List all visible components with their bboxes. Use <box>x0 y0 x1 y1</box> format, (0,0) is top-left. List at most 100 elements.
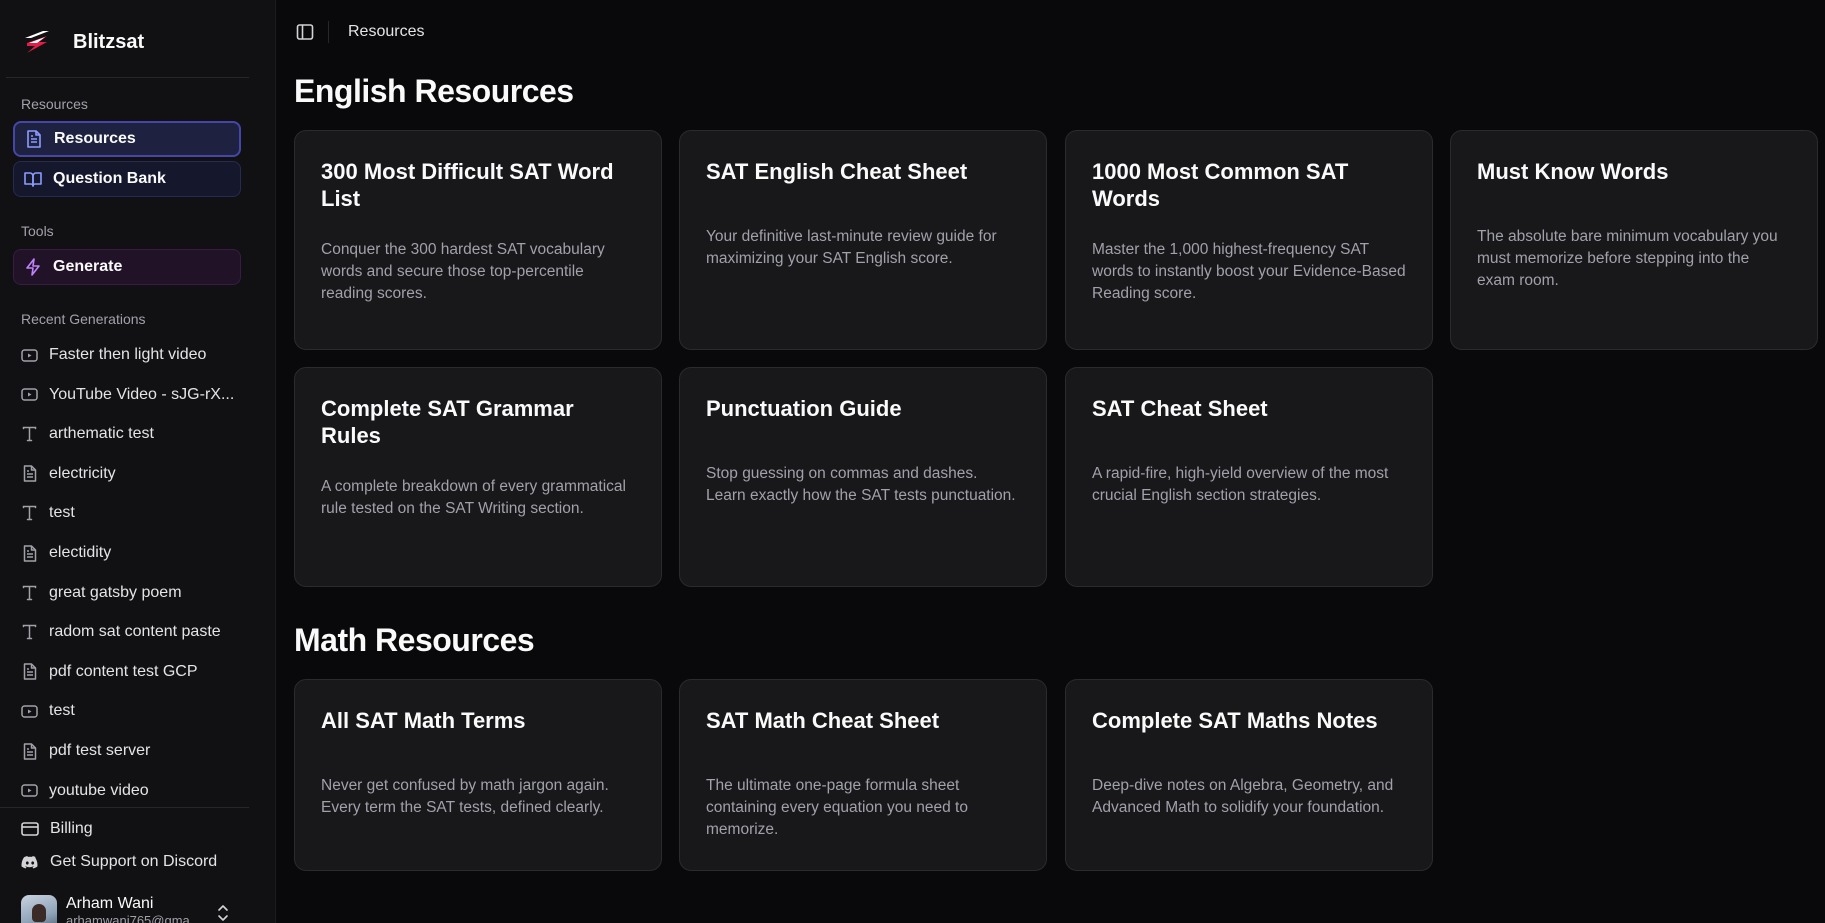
card-title: 1000 Most Common SAT Words <box>1092 159 1349 211</box>
card-title: SAT Math Cheat Sheet <box>706 708 940 733</box>
text-icon <box>21 505 38 522</box>
brand[interactable]: Blitzsat <box>21 24 144 60</box>
recent-generation-item[interactable]: electidity <box>21 541 111 565</box>
blitzsat-logo-icon <box>21 24 61 60</box>
divider <box>328 21 329 43</box>
card-title: SAT English Cheat Sheet <box>706 159 968 184</box>
english-resource-card[interactable]: Must Know Words The absolute bare minimum… <box>1450 130 1818 350</box>
credit-card-icon <box>21 820 39 838</box>
math-resource-card[interactable]: Complete SAT Maths Notes Deep-dive notes … <box>1065 679 1433 871</box>
discord-support-link[interactable]: Get Support on Discord <box>21 850 217 874</box>
card-description: Deep-dive notes on Algebra, Geometry, an… <box>1092 777 1394 816</box>
english-resource-card[interactable]: 1000 Most Common SAT Words Master the 1,0… <box>1065 130 1433 350</box>
recent-generation-label: YouTube Video - sJG-rX... <box>49 385 235 403</box>
card-description: Conquer the 300 hardest SAT vocabulary w… <box>321 241 605 302</box>
recent-generation-label: youtube video <box>49 781 149 799</box>
user-info: Arham Wani arhamwani765@gma... <box>66 895 196 923</box>
sidebar-item-label: Question Bank <box>53 170 166 187</box>
user-name: Arham Wani <box>66 895 154 912</box>
recent-generation-item[interactable]: youtube video <box>21 779 149 803</box>
recent-generation-item[interactable]: arthematic test <box>21 422 154 446</box>
lightning-icon <box>24 258 42 276</box>
recent-generation-label: test <box>49 504 75 522</box>
card-title: SAT Cheat Sheet <box>1092 396 1268 421</box>
card-description: The absolute bare minimum vocabulary you… <box>1477 228 1778 289</box>
document-icon <box>25 130 43 148</box>
recent-generation-label: radom sat content paste <box>49 623 221 641</box>
video-icon <box>21 347 38 364</box>
card-description: Never get confused by math jargon again.… <box>321 777 609 816</box>
recent-generation-item[interactable]: YouTube Video - sJG-rX... <box>21 383 234 407</box>
video-icon <box>21 386 38 403</box>
math-resource-card[interactable]: SAT Math Cheat Sheet The ultimate one-pag… <box>679 679 1047 871</box>
recent-generation-item[interactable]: test <box>21 501 75 525</box>
card-description: The ultimate one-page formula sheet cont… <box>706 777 968 838</box>
discord-icon <box>21 853 39 871</box>
recent-generation-label: arthematic test <box>49 425 154 443</box>
chevrons-up-down-icon <box>216 904 230 922</box>
sidebar: Blitzsat Resources Resources Question Ba… <box>0 0 276 923</box>
document-icon <box>21 742 38 760</box>
card-description: A rapid-fire, high-yield overview of the… <box>1092 465 1389 504</box>
avatar <box>21 895 57 923</box>
sidebar-item-resources[interactable]: Resources <box>13 121 241 157</box>
text-icon <box>21 426 38 443</box>
breadcrumb: Resources <box>348 23 425 40</box>
recent-generation-label: test <box>49 702 75 720</box>
group-label-tools: Tools <box>21 223 54 239</box>
text-icon <box>21 624 38 641</box>
divider <box>0 807 249 808</box>
recent-generation-item[interactable]: radom sat content paste <box>21 620 221 644</box>
document-icon <box>21 544 38 562</box>
text-icon <box>21 584 38 601</box>
card-description: Master the 1,000 highest-frequency SAT w… <box>1092 241 1406 302</box>
group-label-recent: Recent Generations <box>21 311 146 327</box>
video-icon <box>21 703 38 720</box>
english-resource-card[interactable]: Punctuation Guide Stop guessing on commas… <box>679 367 1047 587</box>
recent-generation-label: Faster then light video <box>49 346 207 363</box>
recent-generation-item[interactable]: pdf content test GCP <box>21 660 198 684</box>
english-resource-card[interactable]: 300 Most Difficult SAT Word List Conquer … <box>294 130 662 350</box>
recent-generation-label: great gatsby poem <box>49 583 182 601</box>
sidebar-toggle-icon[interactable] <box>296 23 314 41</box>
sidebar-item-label: Resources <box>54 130 136 147</box>
recent-generation-item[interactable]: great gatsby poem <box>21 581 182 605</box>
card-description: Your definitive last-minute review guide… <box>706 228 997 267</box>
math-resource-card[interactable]: All SAT Math Terms Never get confused by … <box>294 679 662 871</box>
brand-name: Blitzsat <box>73 30 145 53</box>
card-description: A complete breakdown of every grammatica… <box>321 478 626 517</box>
user-email: arhamwani765@gma... <box>66 913 196 923</box>
english-resource-card[interactable]: SAT English Cheat Sheet Your definitive l… <box>679 130 1047 350</box>
recent-generation-label: pdf content test GCP <box>49 662 198 680</box>
recent-generation-item[interactable]: test <box>21 699 75 723</box>
generate-label: Generate <box>53 258 123 275</box>
card-title: Complete SAT Grammar Rules <box>321 396 574 448</box>
sidebar-item-question-bank[interactable]: Question Bank <box>13 161 241 197</box>
group-label-resources: Resources <box>21 96 88 112</box>
math-resources-title: Math Resources <box>294 622 535 658</box>
video-icon <box>21 782 38 799</box>
recent-generation-label: electricity <box>49 464 116 482</box>
billing-link[interactable]: Billing <box>21 817 93 841</box>
card-title: Complete SAT Maths Notes <box>1092 708 1378 733</box>
document-icon <box>21 465 38 483</box>
card-title: Must Know Words <box>1477 159 1669 184</box>
document-icon <box>21 663 38 681</box>
generate-button[interactable]: Generate <box>13 249 241 285</box>
recent-generation-item[interactable]: pdf test server <box>21 739 150 763</box>
support-label: Get Support on Discord <box>50 853 218 870</box>
recent-generation-item[interactable]: electricity <box>21 462 116 486</box>
card-title: All SAT Math Terms <box>321 708 526 733</box>
english-resource-card[interactable]: Complete SAT Grammar Rules A complete bre… <box>294 367 662 587</box>
recent-generation-label: pdf test server <box>49 742 151 759</box>
card-title: Punctuation Guide <box>706 396 902 421</box>
card-title: 300 Most Difficult SAT Word List <box>321 159 614 211</box>
user-menu[interactable]: Arham Wani arhamwani765@gma... <box>21 895 241 923</box>
billing-label: Billing <box>50 820 93 837</box>
english-resource-card[interactable]: SAT Cheat Sheet A rapid-fire, high-yield … <box>1065 367 1433 587</box>
recent-generation-label: electidity <box>49 544 112 561</box>
english-resources-title: English Resources <box>294 73 574 109</box>
recent-generation-item[interactable]: Faster then light video <box>21 343 206 367</box>
card-description: Stop guessing on commas and dashes. Lear… <box>706 465 1016 504</box>
book-open-icon <box>24 170 42 188</box>
